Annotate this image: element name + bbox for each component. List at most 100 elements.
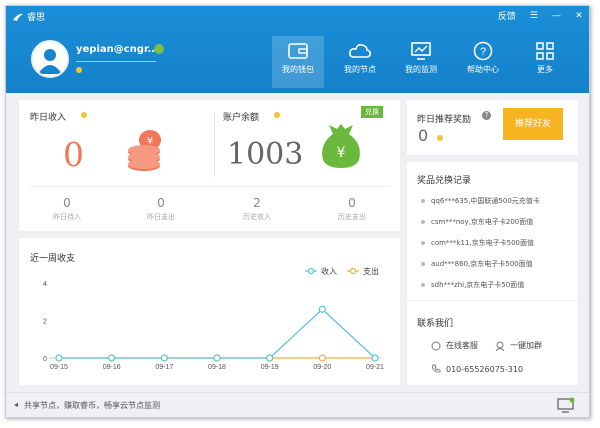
data-point bbox=[213, 354, 221, 362]
nav-more-label: 更多 bbox=[537, 65, 553, 74]
records-title: 奖品兑换记录 bbox=[417, 176, 472, 186]
series-line bbox=[59, 308, 376, 359]
menu-button[interactable]: ☰ bbox=[530, 11, 538, 21]
legend-marker bbox=[307, 267, 315, 275]
logo-icon bbox=[13, 13, 23, 21]
x-tick-label: 09-18 bbox=[208, 364, 226, 371]
nav-monitor[interactable]: 我的监测 bbox=[395, 36, 447, 88]
grid-icon bbox=[536, 42, 554, 60]
weekly-chart-panel: 近一周收支 0 2 4 09-15 09-16 09-17 09-18 09-19 09-20 0… bbox=[19, 238, 400, 385]
bullet bbox=[421, 283, 425, 287]
stat-label: 历史收入 bbox=[243, 213, 271, 221]
minimize-button[interactable]: — bbox=[552, 11, 561, 21]
nav-help-label: 帮助中心 bbox=[467, 65, 499, 74]
wallet-icon bbox=[288, 43, 308, 59]
stat-value: 0 bbox=[63, 196, 71, 210]
x-tick-label: 09-15 bbox=[50, 364, 68, 371]
avatar[interactable] bbox=[31, 40, 69, 78]
stat-yesterday-pending: 0 昨日待入 bbox=[27, 196, 107, 222]
chat-icon bbox=[431, 341, 441, 350]
invite-friends-button[interactable]: 推荐好友 bbox=[503, 108, 563, 140]
monitor-status-icon[interactable] bbox=[557, 397, 575, 413]
username: yepian@cngr.... bbox=[76, 44, 163, 55]
weekly-chart: 0 2 4 09-15 09-16 09-17 09-18 09-19 09-20 09-21 收入… bbox=[43, 266, 384, 371]
x-tick-label: 09-16 bbox=[103, 364, 121, 371]
join-group-link[interactable]: 一键加群 bbox=[495, 340, 542, 351]
stat-label: 昨日支出 bbox=[147, 213, 175, 221]
legend-label: 收入 bbox=[321, 266, 337, 276]
stat-label: 昨日待入 bbox=[53, 213, 81, 221]
data-point bbox=[318, 305, 326, 313]
phone-contact: 010-65526075-310 bbox=[431, 364, 523, 374]
stat-label: 历史支出 bbox=[338, 213, 366, 221]
stat-value: 0 bbox=[348, 196, 356, 210]
help-icon: ? bbox=[473, 41, 493, 61]
cloud-icon bbox=[349, 44, 371, 58]
svg-text:¥: ¥ bbox=[337, 145, 346, 161]
nav-nodes-label: 我的节点 bbox=[344, 65, 376, 74]
online-service-link[interactable]: 在线客服 bbox=[431, 340, 478, 351]
nav-wallet-label: 我的钱包 bbox=[282, 65, 314, 74]
data-point bbox=[55, 354, 63, 362]
app-window: 睿思 反馈 ☰ — ✕ yepian@cngr.... 我的钱包 我的节点 我的… bbox=[5, 5, 590, 418]
stat-yesterday-expense: 0 昨日支出 bbox=[121, 196, 201, 222]
nav-monitor-label: 我的监测 bbox=[405, 65, 437, 74]
nav-help[interactable]: ? 帮助中心 bbox=[457, 36, 509, 88]
exchange-button[interactable]: 兑换 bbox=[361, 106, 383, 118]
legend-marker bbox=[349, 267, 357, 275]
y-tick-label: 0 bbox=[43, 356, 47, 363]
speaker-icon: ◂ bbox=[14, 400, 19, 409]
brand: 睿思 bbox=[12, 10, 45, 23]
coins-icon: ¥ bbox=[128, 130, 161, 171]
nav-more[interactable]: 更多 bbox=[519, 36, 571, 88]
income-coin-icon bbox=[81, 112, 87, 118]
window-controls: 反馈 ☰ — ✕ bbox=[498, 9, 583, 23]
y-tick-label: 4 bbox=[43, 281, 47, 288]
username-underline bbox=[76, 61, 156, 62]
list-item: qq6***635,中国联通500元充值卡 bbox=[431, 197, 540, 205]
stat-value: 0 bbox=[157, 196, 165, 210]
y-tick-label: 2 bbox=[43, 319, 47, 326]
data-point bbox=[318, 354, 326, 362]
group-icon bbox=[495, 341, 505, 351]
x-tick-label: 09-17 bbox=[155, 364, 173, 371]
x-tick-label: 09-21 bbox=[366, 364, 384, 371]
income-value: 0 bbox=[63, 135, 84, 174]
list-item: aud***860,京东电子卡500面值 bbox=[431, 260, 533, 268]
records-divider bbox=[407, 300, 578, 301]
income-label: 昨日收入 bbox=[30, 113, 67, 123]
phone-icon bbox=[432, 364, 441, 373]
data-point bbox=[108, 354, 116, 362]
stat-history-income: 2 历史收入 bbox=[217, 196, 297, 222]
balance-label: 账户余额 bbox=[223, 113, 260, 123]
list-item: sdh***zhi,京东电子卡50面值 bbox=[431, 281, 525, 289]
user-icon bbox=[38, 49, 62, 74]
balance-value: 1003 bbox=[227, 137, 304, 172]
app-title: 睿思 bbox=[27, 13, 46, 23]
nav-wallet[interactable]: 我的钱包 bbox=[272, 36, 324, 88]
stat-value: 2 bbox=[253, 196, 261, 210]
nav-nodes[interactable]: 我的节点 bbox=[334, 36, 386, 88]
list-item: csm***noy,京东电子卡200面值 bbox=[431, 218, 534, 226]
coin-icon bbox=[76, 67, 82, 73]
verified-icon bbox=[154, 44, 164, 54]
stat-history-expense: 0 历史支出 bbox=[312, 196, 392, 222]
money-bag-icon: ¥ bbox=[322, 124, 360, 168]
records-list[interactable]: qq6***635,中国联通500元充值卡 csm***noy,京东电子卡200… bbox=[407, 196, 578, 294]
header: 睿思 反馈 ☰ — ✕ yepian@cngr.... 我的钱包 我的节点 我的… bbox=[6, 6, 589, 93]
svg-text:?: ? bbox=[480, 46, 486, 58]
feedback-button[interactable]: 反馈 bbox=[498, 9, 516, 22]
help-icon[interactable]: ? bbox=[482, 111, 491, 120]
bullet bbox=[421, 262, 425, 266]
monitor-icon bbox=[411, 42, 431, 60]
bullet bbox=[421, 220, 425, 224]
referral-value: 0 bbox=[418, 126, 429, 145]
x-tick-label: 09-20 bbox=[313, 364, 331, 371]
close-button[interactable]: ✕ bbox=[575, 11, 583, 21]
list-item: com***k11,京东电子卡500面值 bbox=[431, 239, 534, 247]
footer: ◂ 共享节点，赚取睿币，畅享云节点监测 bbox=[6, 392, 589, 417]
referral-panel: 昨日推荐奖励 ? 0 推荐好友 bbox=[407, 100, 578, 155]
wallet-panel: 昨日收入 0 ¥ 账户余额 兑换 1003 ¥ 0 昨日待入 0 昨日支出 2 bbox=[19, 100, 400, 231]
online-service-label: 在线客服 bbox=[446, 341, 478, 350]
data-point bbox=[160, 354, 168, 362]
